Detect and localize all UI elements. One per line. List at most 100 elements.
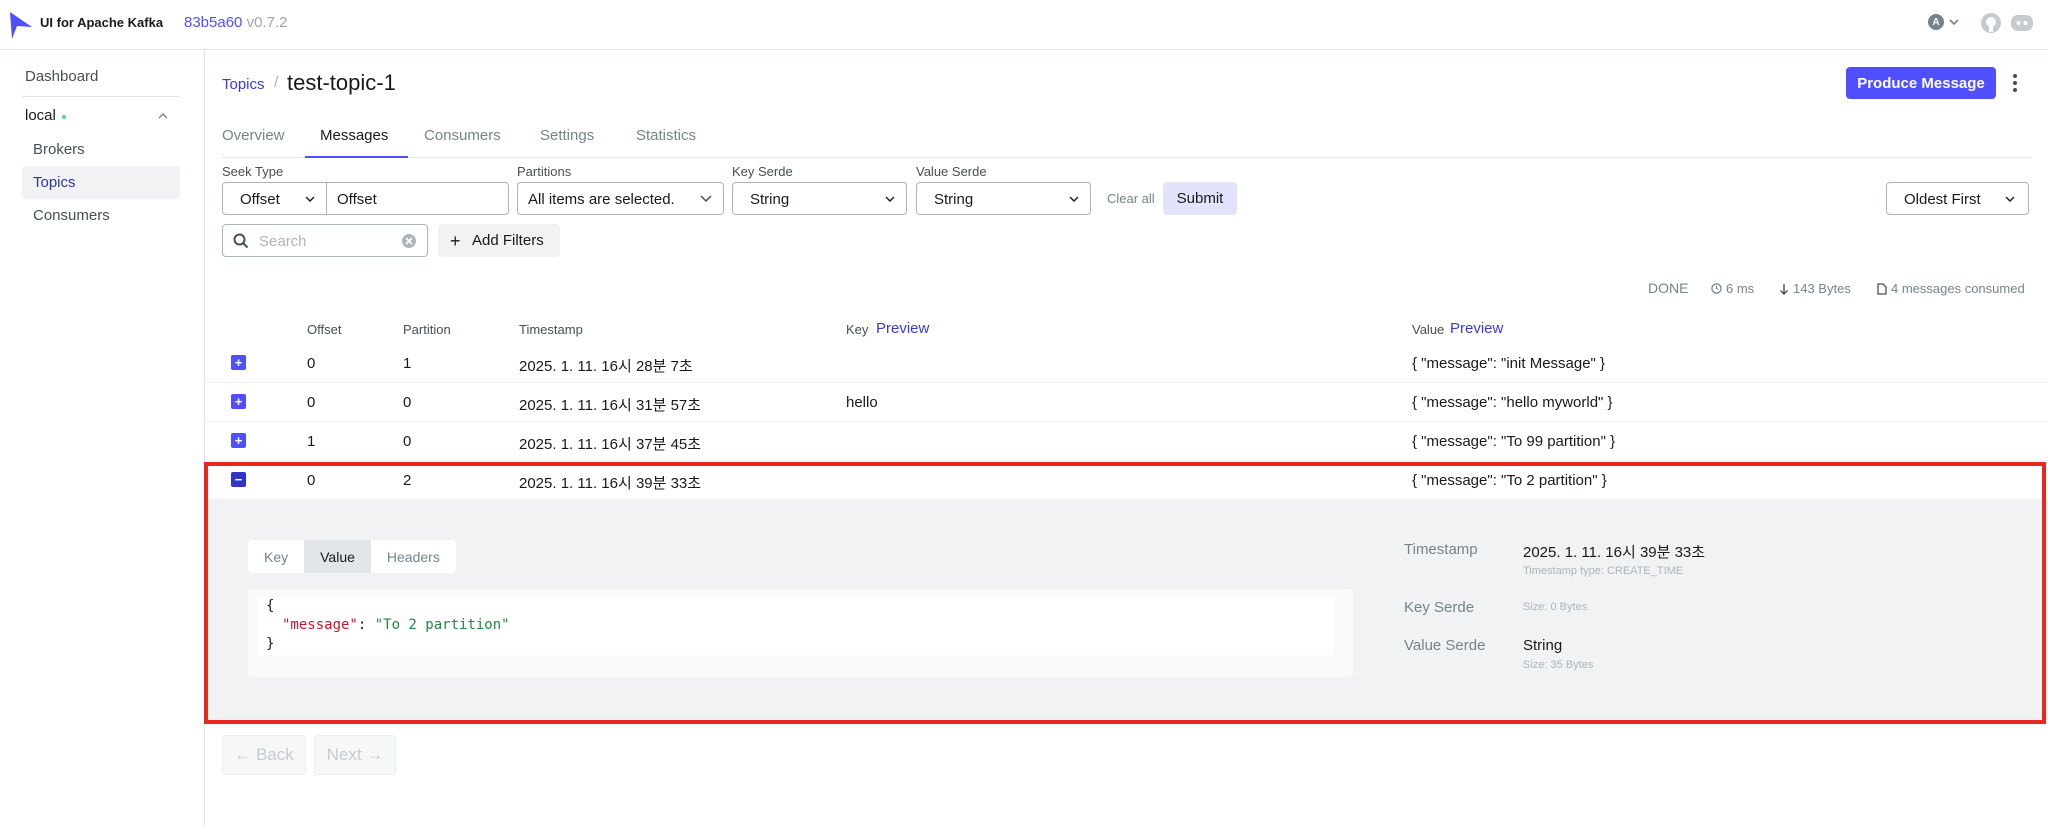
add-filters-label: Add Filters: [472, 232, 544, 249]
add-filters-button[interactable]: + Add Filters: [438, 224, 560, 257]
value-serde-value: String: [934, 191, 974, 208]
table-row[interactable]: + 0 0 2025. 1. 11. 16시 31분 57초 hello { "…: [205, 383, 2048, 422]
cluster-status-dot: [62, 115, 66, 119]
file-icon: [1877, 282, 1887, 295]
app-version: 83b5a60 v0.7.2: [184, 14, 287, 31]
column-header-key: Key: [846, 322, 869, 337]
sidebar-item-brokers[interactable]: Brokers: [33, 141, 85, 158]
expand-row-icon[interactable]: +: [231, 433, 246, 448]
tab-statistics[interactable]: Statistics: [636, 127, 696, 144]
sidebar-item-label: Topics: [33, 174, 76, 191]
page-title: test-topic-1: [287, 70, 396, 95]
seek-type-label: Seek Type: [222, 164, 284, 179]
expand-row-icon[interactable]: +: [231, 394, 246, 409]
column-header-offset[interactable]: Offset: [307, 322, 341, 337]
offset-input[interactable]: Offset: [326, 182, 509, 215]
sidebar: Dashboard local Brokers Topics Consumers: [0, 50, 205, 827]
active-tab-indicator: [305, 156, 408, 158]
chevron-down-icon: [305, 196, 315, 202]
plus-icon: +: [450, 231, 461, 251]
column-header-timestamp[interactable]: Timestamp: [519, 322, 583, 337]
partitions-value: All items are selected.: [528, 191, 675, 208]
bytes-value: 143 Bytes: [1793, 281, 1851, 296]
cell-key: hello: [846, 394, 878, 411]
chevron-up-icon[interactable]: [157, 110, 169, 122]
seek-type-value: Offset: [240, 191, 280, 208]
key-serde-value: String: [750, 191, 790, 208]
arrow-down-icon: [1780, 283, 1788, 295]
search-input[interactable]: Search: [222, 224, 428, 257]
sidebar-item-dashboard[interactable]: Dashboard: [25, 68, 98, 85]
app-title[interactable]: UI for Apache Kafka: [40, 15, 163, 30]
cell-offset: 1: [307, 433, 316, 450]
cluster-name: local: [25, 107, 56, 124]
clock-icon: [1711, 283, 1722, 294]
top-navbar: UI for Apache Kafka 83b5a60 v0.7.2 A: [0, 0, 2048, 50]
cell-value: { "message": "hello myworld" }: [1412, 394, 1613, 411]
cell-timestamp: 2025. 1. 11. 16시 28분 7초: [519, 358, 693, 375]
partitions-select[interactable]: All items are selected.: [517, 182, 724, 215]
kafka-ui-logo-icon[interactable]: [8, 10, 34, 40]
value-preview-link[interactable]: Preview: [1450, 320, 1503, 337]
produce-message-button[interactable]: Produce Message: [1846, 67, 1996, 99]
chevron-down-icon: [885, 196, 895, 202]
sort-order-select[interactable]: Oldest First: [1886, 182, 2029, 215]
sidebar-item-topics[interactable]: Topics: [22, 166, 180, 199]
cell-partition: 1: [403, 355, 412, 372]
key-preview-link[interactable]: Preview: [876, 320, 929, 337]
breadcrumb-topics-link[interactable]: Topics: [222, 76, 265, 93]
clear-all-button[interactable]: Clear all: [1107, 191, 1155, 206]
cell-value: { "message": "To 99 partition" }: [1412, 433, 1616, 450]
chevron-down-icon: [1949, 19, 1959, 26]
column-header-partition[interactable]: Partition: [403, 322, 451, 337]
version-hash[interactable]: 83b5a60: [184, 14, 242, 31]
elapsed-time: 6 ms: [1711, 281, 1754, 296]
user-avatar-icon: A: [1928, 14, 1944, 30]
tab-settings[interactable]: Settings: [540, 127, 594, 144]
elapsed-value: 6 ms: [1726, 281, 1755, 296]
next-button[interactable]: Next →: [314, 735, 396, 775]
table-row[interactable]: + 0 1 2025. 1. 11. 16시 28분 7초 { "message…: [205, 344, 2048, 383]
version-number: v0.7.2: [246, 14, 288, 31]
highlight-annotation-box: [204, 462, 2046, 724]
key-serde-label: Key Serde: [732, 164, 793, 179]
cell-partition: 0: [403, 394, 412, 411]
user-menu[interactable]: A: [1928, 14, 1960, 30]
key-serde-select[interactable]: String: [732, 182, 907, 215]
back-button[interactable]: ← Back: [222, 735, 306, 775]
topic-tabs: Overview Messages Consumers Settings Sta…: [222, 118, 2032, 158]
seek-type-select[interactable]: Offset: [222, 182, 327, 215]
value-serde-label: Value Serde: [916, 164, 987, 179]
breadcrumb-separator: /: [274, 74, 279, 91]
table-row[interactable]: + 1 0 2025. 1. 11. 16시 37분 45초 { "messag…: [205, 422, 2048, 461]
consumer-status: DONE: [1648, 280, 1689, 296]
submit-button[interactable]: Submit: [1163, 182, 1237, 215]
search-placeholder: Search: [259, 233, 307, 250]
chevron-down-icon: [1069, 196, 1079, 202]
sidebar-cluster-local[interactable]: local: [22, 96, 180, 134]
sidebar-item-consumers[interactable]: Consumers: [33, 207, 110, 224]
offset-input-placeholder: Offset: [337, 191, 377, 208]
discord-icon[interactable]: [2010, 12, 2034, 34]
more-options-icon[interactable]: [2012, 73, 2018, 93]
clear-search-icon[interactable]: [401, 233, 417, 249]
tab-messages[interactable]: Messages: [320, 127, 388, 144]
cell-timestamp: 2025. 1. 11. 16시 31분 57초: [519, 397, 702, 414]
cell-offset: 0: [307, 394, 316, 411]
consumed-value: 4 messages consumed: [1891, 281, 2025, 296]
chevron-down-icon: [2005, 196, 2015, 202]
cell-offset: 0: [307, 355, 316, 372]
bytes-consumed: 143 Bytes: [1779, 281, 1851, 296]
partitions-label: Partitions: [517, 164, 572, 179]
cell-value: { "message": "init Message" }: [1412, 355, 1606, 372]
search-icon: [233, 233, 249, 249]
value-serde-select[interactable]: String: [916, 182, 1091, 215]
cell-timestamp: 2025. 1. 11. 16시 37분 45초: [519, 436, 702, 453]
github-icon[interactable]: [1980, 12, 2002, 34]
column-header-value: Value: [1412, 322, 1445, 337]
tab-overview[interactable]: Overview: [222, 127, 285, 144]
cell-partition: 0: [403, 433, 412, 450]
expand-row-icon[interactable]: +: [231, 355, 246, 370]
tab-consumers[interactable]: Consumers: [424, 127, 501, 144]
messages-consumed: 4 messages consumed: [1877, 281, 2025, 296]
